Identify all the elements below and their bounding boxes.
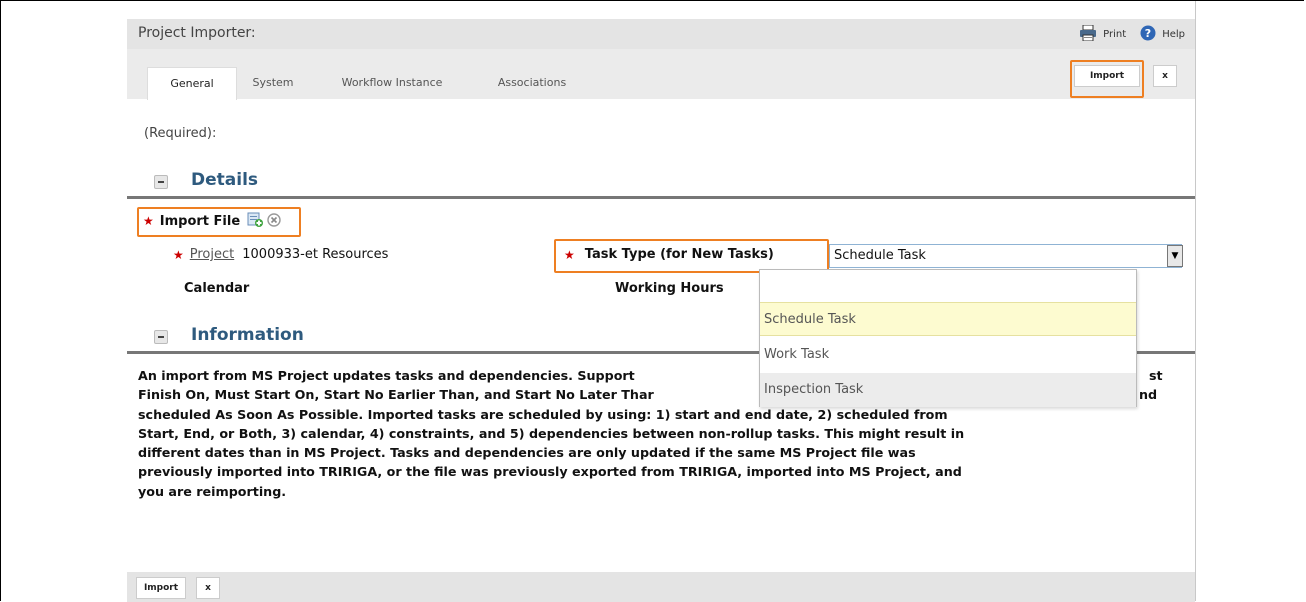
project-importer-panel: Project Importer: Print ? Help General S… [127,1,1195,602]
task-type-select[interactable]: Schedule Task [829,244,1182,268]
project-value: 1000933-et Resources [242,247,389,262]
required-note: (Required): [144,126,217,141]
info-line: different dates than in MS Project. Task… [138,445,916,461]
information-rule-right [1137,351,1195,354]
info-line: Start, End, or Both, 3) calendar, 4) con… [138,425,965,441]
left-gutter [1,1,128,601]
help-icon[interactable]: ? [1140,25,1156,44]
task-type-dropdown: Schedule Task Work Task Inspection Task [759,269,1137,407]
task-type-highlight [554,239,829,273]
close-button[interactable]: x [1153,65,1177,87]
info-line: you are reimporting. [138,483,287,499]
required-star: ★ [173,247,184,262]
task-type-value: Schedule Task [834,248,926,263]
info-line: previously imported into TRIRIGA, or the… [138,464,962,480]
title-bar: Project Importer: Print ? Help [127,19,1195,50]
tab-general[interactable]: General [147,67,237,100]
dropdown-option-work-task[interactable]: Work Task [760,338,1136,372]
window-title: Project Importer: [138,25,256,41]
calendar-label: Calendar [184,281,250,296]
tab-workflow-instance[interactable]: Workflow Instance [317,67,467,99]
import-button-highlight [1070,60,1144,98]
working-hours-label: Working Hours [615,281,724,296]
project-link[interactable]: Project [190,247,234,262]
right-gutter [1195,1,1304,601]
svg-text:?: ? [1145,27,1151,40]
dropdown-option-schedule-task[interactable]: Schedule Task [760,302,1136,336]
footer-import-button[interactable]: Import [136,577,186,599]
help-link[interactable]: Help [1162,29,1185,40]
collapse-icon[interactable] [154,330,168,344]
import-file-highlight [137,207,301,237]
print-link[interactable]: Print [1103,29,1126,40]
footer-close-button[interactable]: x [196,577,220,599]
printer-icon[interactable] [1079,24,1097,44]
info-line: Finish On, Must Start On, Start No Earli… [138,387,654,403]
details-section-header[interactable]: Details [142,168,1195,194]
information-rule [127,351,759,354]
title-actions: Print ? Help [1079,24,1185,44]
dropdown-search-input[interactable] [760,270,1136,303]
chevron-down-icon[interactable]: ▼ [1167,245,1183,267]
tab-associations[interactable]: Associations [477,67,587,99]
details-rule [127,196,1195,199]
details-title: Details [191,170,259,190]
tab-system[interactable]: System [239,67,307,99]
footer-bar: Import x [127,572,1195,602]
information-title: Information [191,325,304,345]
info-line-tail: st [1149,368,1163,383]
info-line: An import from MS Project updates tasks … [138,368,635,383]
info-line: scheduled As Soon As Possible. Imported … [138,406,948,422]
project-row: ★ Project 1000933-et Resources [173,247,388,262]
info-line-tail: nd [1139,387,1158,403]
tab-bar: General System Workflow Instance Associa… [127,49,1195,100]
dropdown-option-inspection-task[interactable]: Inspection Task [760,373,1136,407]
collapse-icon[interactable] [154,175,168,189]
